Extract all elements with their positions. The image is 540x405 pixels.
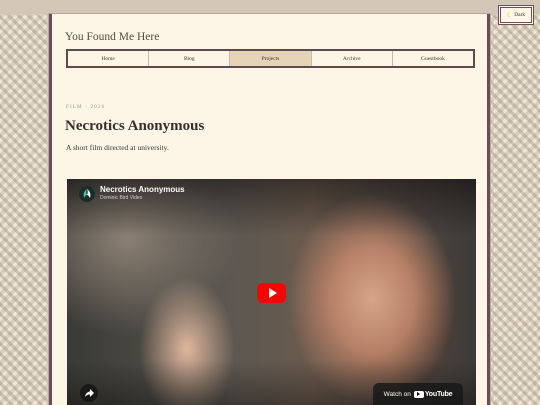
channel-avatar[interactable] [79,186,95,202]
main-nav: Home Blog Projects Archive Guestbook [66,49,475,68]
share-button[interactable] [80,384,98,402]
channel-logo-icon [83,189,91,198]
youtube-logo: YouTube [413,390,453,398]
watch-on-youtube-button[interactable]: Watch on YouTube [373,383,463,405]
play-button[interactable] [257,283,286,303]
watch-on-label: Watch on [383,390,411,398]
moon-icon: ☾ [506,11,513,19]
share-icon [84,389,94,397]
post-description: A short film directed at university. [66,143,169,152]
nav-item-projects[interactable]: Projects [230,51,312,66]
dark-mode-label: Dark [514,12,526,18]
youtube-icon [413,390,424,398]
youtube-wordmark: YouTube [424,390,453,398]
nav-item-archive[interactable]: Archive [312,51,393,66]
nav-item-guestbook[interactable]: Guestbook [393,51,473,66]
video-embed[interactable]: Necrotics Anonymous Dominic Bird Video W… [67,179,476,405]
page-container: You Found Me Here Home Blog Projects Arc… [49,14,490,405]
video-channel[interactable]: Dominic Bird Video [100,195,142,201]
post-category: FILM · 2026 [66,105,106,110]
dark-mode-toggle[interactable]: ☾ Dark [500,7,532,23]
site-title[interactable]: You Found Me Here [65,31,159,43]
video-title[interactable]: Necrotics Anonymous [100,185,185,194]
nav-item-home[interactable]: Home [68,51,150,66]
top-bar [0,0,540,14]
nav-item-blog[interactable]: Blog [149,51,231,66]
play-icon [268,288,277,298]
page-title: Necrotics Anonymous [65,118,205,134]
